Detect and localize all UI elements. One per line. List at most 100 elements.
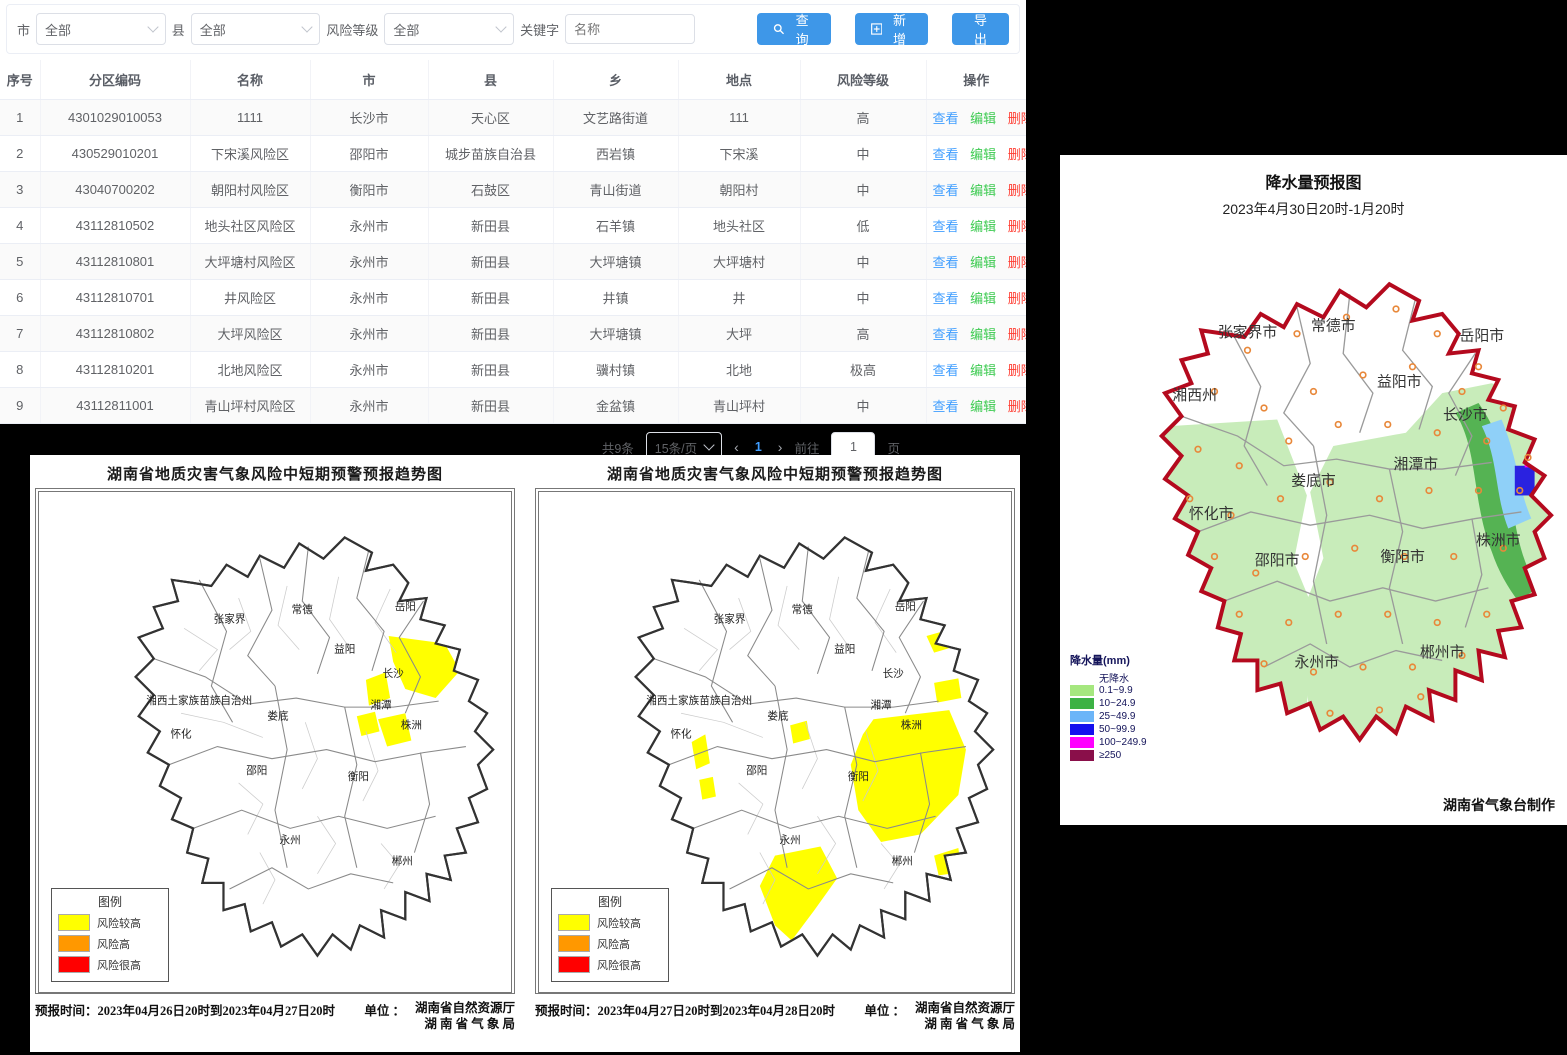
legend-items: 风险较高 风险高 风险很高: [558, 914, 662, 973]
svg-text:湘潭: 湘潭: [370, 699, 392, 712]
svg-text:张家界: 张家界: [714, 612, 746, 625]
cell-county: 天心区: [428, 100, 553, 136]
precip-legend-label: 10~24.9: [1099, 698, 1135, 709]
svg-text:张家界: 张家界: [214, 612, 246, 625]
view-link[interactable]: 查看: [933, 363, 959, 378]
table-row: 2 430529010201 下宋溪风险区 邵阳市 城步苗族自治县 西岩镇 下宋…: [0, 136, 1026, 172]
prev-page-button[interactable]: ‹: [734, 439, 739, 455]
edit-link[interactable]: 编辑: [970, 219, 996, 234]
city-select[interactable]: 全部: [36, 13, 166, 45]
filter-bar: 市 全部 县 全部 风险等级 全部 关键字 查询: [6, 4, 1020, 54]
delete-link[interactable]: 删除: [1008, 291, 1026, 306]
legend-label: 风险很高: [97, 957, 141, 973]
table-row: 7 43112810802 大坪风险区 永州市 新田县 大坪塘镇 大坪 高 查看…: [0, 316, 1026, 352]
cell-code: 43112810802: [40, 316, 190, 352]
svg-text:岳阳市: 岳阳市: [1460, 327, 1505, 344]
cell-code: 43112811001: [40, 388, 190, 424]
add-button[interactable]: 新增: [855, 13, 928, 45]
unit-line2: 湖 南 省 气 象 局: [924, 1017, 1015, 1031]
svg-text:常德: 常德: [792, 603, 814, 616]
svg-text:株洲: 株洲: [401, 718, 422, 731]
precip-legend-swatch: [1070, 724, 1094, 735]
cell-place: 大坪: [678, 316, 800, 352]
cell-name: 1111: [190, 100, 310, 136]
delete-link[interactable]: 删除: [1008, 183, 1026, 198]
cell-county: 石鼓区: [428, 172, 553, 208]
next-page-button[interactable]: ›: [778, 439, 783, 455]
delete-link[interactable]: 删除: [1008, 219, 1026, 234]
precip-legend-label: ≥250: [1099, 750, 1121, 761]
precip-legend-label: 50~99.9: [1099, 724, 1135, 735]
edit-link[interactable]: 编辑: [970, 183, 996, 198]
col-town: 乡: [553, 60, 678, 100]
cell-town: 大坪塘镇: [553, 244, 678, 280]
view-link[interactable]: 查看: [933, 399, 959, 414]
pagination-total: 共9条: [602, 438, 634, 457]
cell-place: 地头社区: [678, 208, 800, 244]
delete-link[interactable]: 删除: [1008, 255, 1026, 270]
cell-name: 朝阳村风险区: [190, 172, 310, 208]
edit-link[interactable]: 编辑: [970, 111, 996, 126]
cell-risk: 高: [800, 316, 926, 352]
view-link[interactable]: 查看: [933, 291, 959, 306]
table-row: 8 43112810201 北地风险区 永州市 新田县 骥村镇 北地 极高 查看…: [0, 352, 1026, 388]
cell-risk: 中: [800, 388, 926, 424]
edit-link[interactable]: 编辑: [970, 399, 996, 414]
cell-place: 111: [678, 100, 800, 136]
delete-link[interactable]: 删除: [1008, 147, 1026, 162]
edit-link[interactable]: 编辑: [970, 327, 996, 342]
precip-legend-item: ≥250: [1070, 749, 1182, 762]
cell-town: 西岩镇: [553, 136, 678, 172]
svg-text:怀化市: 怀化市: [1189, 506, 1234, 523]
view-link[interactable]: 查看: [933, 255, 959, 270]
risk-select[interactable]: 全部: [384, 13, 514, 45]
county-select[interactable]: 全部: [191, 13, 321, 45]
view-link[interactable]: 查看: [933, 219, 959, 234]
export-button[interactable]: 导出: [952, 13, 1009, 45]
view-link[interactable]: 查看: [933, 111, 959, 126]
svg-text:湘潭: 湘潭: [870, 699, 892, 712]
cell-city: 永州市: [310, 280, 428, 316]
col-ops: 操作: [926, 60, 1026, 100]
cell-city: 邵阳市: [310, 136, 428, 172]
page-size-value: 15条/页: [655, 438, 697, 457]
keyword-input[interactable]: [565, 14, 695, 44]
cell-name: 大坪塘村风险区: [190, 244, 310, 280]
cell-city: 永州市: [310, 352, 428, 388]
svg-text:长沙: 长沙: [383, 668, 405, 680]
svg-text:娄底: 娄底: [767, 709, 789, 722]
search-button[interactable]: 查询: [757, 13, 830, 45]
cell-no: 1: [0, 100, 40, 136]
legend-title: 图例: [58, 893, 162, 910]
delete-link[interactable]: 删除: [1008, 111, 1026, 126]
col-name: 名称: [190, 60, 310, 100]
delete-link[interactable]: 删除: [1008, 327, 1026, 342]
col-no: 序号: [0, 60, 40, 100]
trend-map-title: 湖南省地质灾害气象风险中短期预警预报趋势图: [535, 463, 1015, 484]
svg-text:永州: 永州: [780, 834, 801, 847]
cell-risk: 中: [800, 280, 926, 316]
search-icon: [773, 23, 785, 35]
legend-item: 风险较高: [58, 914, 162, 931]
edit-link[interactable]: 编辑: [970, 291, 996, 306]
view-link[interactable]: 查看: [933, 327, 959, 342]
cell-county: 城步苗族自治县: [428, 136, 553, 172]
edit-link[interactable]: 编辑: [970, 147, 996, 162]
view-link[interactable]: 查看: [933, 183, 959, 198]
precip-map-credit: 湖南省气象台制作: [1443, 795, 1555, 815]
edit-link[interactable]: 编辑: [970, 255, 996, 270]
precip-legend-swatch: [1070, 737, 1094, 748]
svg-text:株洲市: 株洲市: [1476, 532, 1521, 549]
trend-map-figure-1: 湖南省地质灾害气象风险中短期预警预报趋势图 张家界常德岳阳湘西土家族苗族自治州益…: [35, 461, 515, 1033]
delete-link[interactable]: 删除: [1008, 363, 1026, 378]
unit-line1: 湖南省自然资源厅: [915, 1001, 1015, 1015]
col-city: 市: [310, 60, 428, 100]
view-link[interactable]: 查看: [933, 147, 959, 162]
precip-map-panel: 降水量预报图 2023年4月30日20时-1月20时: [1060, 155, 1567, 825]
cell-town: 石羊镇: [553, 208, 678, 244]
city-select-value: 全部: [45, 20, 71, 39]
delete-link[interactable]: 删除: [1008, 399, 1026, 414]
cell-no: 3: [0, 172, 40, 208]
edit-link[interactable]: 编辑: [970, 363, 996, 378]
current-page[interactable]: 1: [751, 440, 766, 454]
